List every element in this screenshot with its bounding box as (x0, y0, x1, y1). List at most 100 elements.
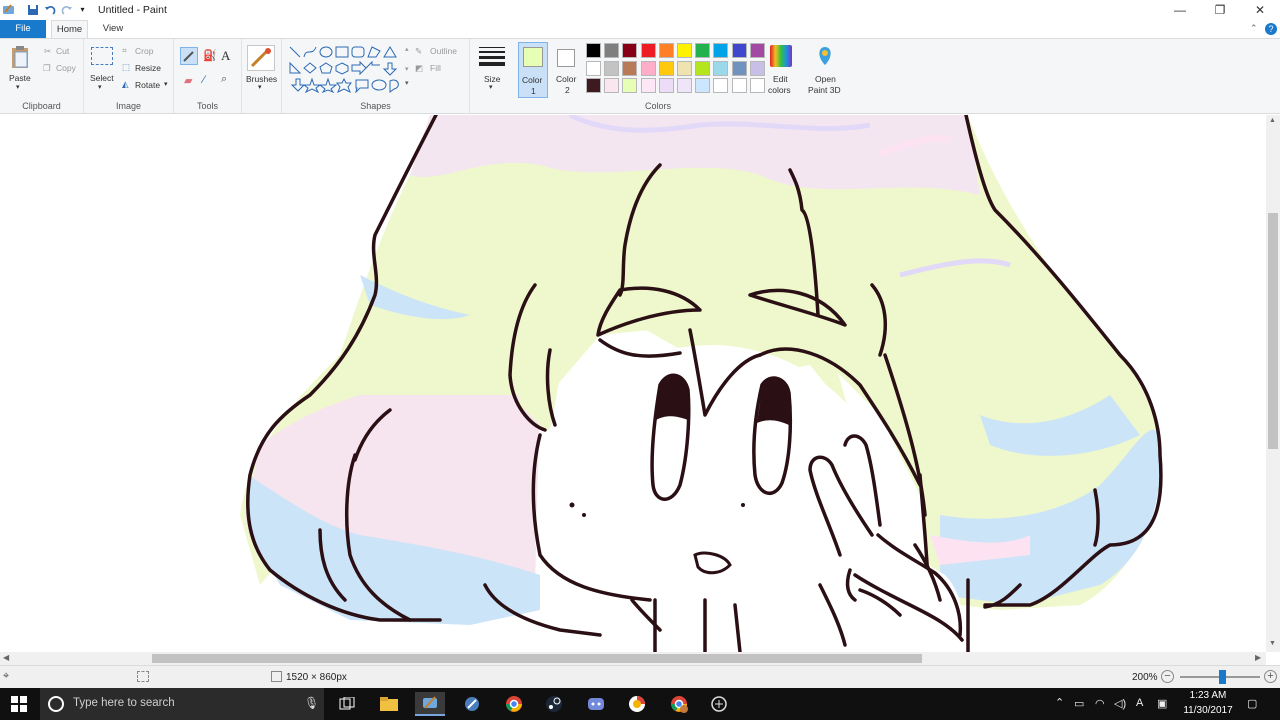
select-button[interactable]: Select (90, 73, 114, 83)
palette-swatch[interactable] (640, 78, 656, 93)
paint-taskbar-icon[interactable] (415, 692, 445, 716)
clock-date[interactable]: 11/30/2017 (1180, 705, 1236, 716)
fill-bucket-icon[interactable]: ⛽ (203, 49, 217, 62)
palette-swatch[interactable] (622, 43, 638, 58)
paste-dropdown-icon[interactable]: ▾ (16, 83, 20, 91)
palette-swatch[interactable] (749, 43, 765, 58)
shapes-gallery[interactable] (288, 45, 408, 93)
palette-swatch[interactable] (677, 78, 692, 93)
tab-view[interactable]: View (92, 20, 134, 38)
shapes-expand-icon[interactable]: ▾ (405, 79, 409, 87)
restore-button[interactable]: ❐ (1200, 0, 1240, 20)
tray-expand-icon[interactable]: ⌃ (1055, 696, 1064, 709)
chrome-icon[interactable] (499, 692, 529, 716)
network-icon[interactable]: ◠ (1095, 697, 1105, 710)
steam-icon[interactable] (539, 692, 569, 716)
cut-button[interactable]: Cut (56, 46, 69, 56)
collapse-ribbon-icon[interactable]: ⌃ (1250, 23, 1258, 34)
crop-icon[interactable]: ⌗ (122, 45, 127, 56)
close-button[interactable]: ✕ (1240, 0, 1280, 20)
brushes-icon[interactable] (247, 45, 275, 71)
horizontal-scrollbar[interactable]: ◀ ▶ (0, 652, 1266, 665)
palette-swatch[interactable] (586, 43, 601, 58)
scroll-right-icon[interactable]: ▶ (1255, 653, 1261, 662)
palette-swatch[interactable] (695, 78, 711, 93)
palette-swatch[interactable] (586, 60, 601, 76)
color2-selector[interactable]: Color 2 (552, 42, 582, 98)
clock-time[interactable]: 1:23 AM (1184, 690, 1232, 701)
outline-icon[interactable]: ✎ (415, 46, 422, 57)
size-dropdown-icon[interactable]: ▾ (489, 83, 493, 91)
zoom-out-button[interactable]: − (1161, 670, 1174, 683)
eraser-icon[interactable]: ▰ (184, 74, 192, 87)
palette-swatch[interactable] (677, 43, 692, 58)
edit-colors-icon[interactable] (770, 45, 792, 67)
fill-icon[interactable]: ◩ (415, 63, 423, 74)
paint-app-icon[interactable] (2, 3, 15, 16)
minimize-button[interactable]: — (1160, 0, 1200, 20)
text-tool-icon[interactable]: A (221, 48, 230, 64)
notifications-icon[interactable]: ▢ (1247, 697, 1257, 710)
battery-icon[interactable]: ▭ (1074, 697, 1084, 710)
palette-swatch[interactable] (640, 60, 656, 76)
task-view-icon[interactable] (332, 692, 362, 716)
palette-swatch[interactable] (731, 60, 747, 76)
undo-icon[interactable] (43, 3, 56, 16)
palette-swatch[interactable] (640, 43, 656, 58)
help-icon[interactable]: ? (1265, 23, 1277, 35)
outline-button[interactable]: Outline (430, 46, 457, 56)
chrome-canary-icon[interactable] (622, 692, 652, 716)
resize-icon[interactable]: ⬚ (122, 62, 130, 73)
discord-icon[interactable] (581, 692, 611, 716)
drawing-canvas[interactable] (0, 115, 1266, 652)
pencil-icon[interactable] (180, 47, 198, 65)
edit-colors-label-2[interactable]: colors (768, 85, 791, 95)
fill-button[interactable]: Fill (430, 63, 441, 73)
palette-swatch[interactable] (731, 78, 747, 93)
rotate-icon[interactable]: ◭ (122, 79, 129, 90)
media-app-icon[interactable] (704, 692, 734, 716)
save-icon[interactable] (26, 3, 39, 16)
taskbar-search-box[interactable]: Type here to search 🎙 (40, 688, 324, 720)
paste-icon[interactable] (10, 45, 30, 69)
resize-button[interactable]: Resize (135, 63, 161, 73)
tab-home[interactable]: Home (51, 20, 88, 38)
palette-swatch[interactable] (713, 43, 729, 58)
copy-button[interactable]: Copy (56, 63, 76, 73)
paste-button[interactable]: Paste (9, 73, 31, 83)
redo-icon[interactable] (60, 3, 73, 16)
size-icon[interactable] (479, 47, 505, 66)
input-method-icon[interactable]: A (1136, 697, 1143, 709)
palette-swatch[interactable] (713, 60, 729, 76)
action-center-icon[interactable]: ▣ (1157, 697, 1167, 710)
open-paint3d-label-2[interactable]: Paint 3D (808, 85, 841, 95)
open-paint3d-label[interactable]: Open (815, 74, 836, 84)
scroll-down-icon[interactable]: ▼ (1269, 640, 1276, 647)
palette-swatch[interactable] (622, 60, 638, 76)
microphone-icon[interactable]: 🎙 (304, 696, 319, 710)
rotate-dropdown-icon[interactable]: ▾ (164, 80, 168, 88)
paint-brush-app-icon[interactable] (457, 692, 487, 716)
horizontal-scroll-thumb[interactable] (152, 654, 922, 663)
rotate-button[interactable]: Rotate (135, 80, 160, 90)
tab-file[interactable]: File (0, 20, 46, 38)
cut-icon[interactable]: ✂ (44, 46, 51, 57)
copy-icon[interactable]: ❐ (43, 63, 51, 74)
color1-selector[interactable]: Color 1 (518, 42, 548, 98)
volume-icon[interactable]: ◁) (1114, 697, 1126, 710)
shapes-scroll-up-icon[interactable]: ▴ (405, 45, 409, 53)
shapes-scroll-down-icon[interactable]: ▾ (405, 65, 409, 73)
brushes-button[interactable]: Brushes (246, 74, 277, 84)
windows-start-icon[interactable] (4, 692, 34, 716)
canvas-area[interactable] (0, 115, 1266, 652)
select-dropdown-icon[interactable]: ▾ (98, 83, 102, 91)
paint3d-icon[interactable] (814, 45, 836, 67)
palette-swatch[interactable] (658, 60, 674, 76)
palette-swatch[interactable] (658, 78, 674, 93)
customize-toolbar-icon[interactable]: ▾ (76, 3, 89, 16)
palette-swatch[interactable] (604, 43, 620, 58)
palette-swatch[interactable] (604, 78, 620, 93)
magnifier-icon[interactable]: ⌕ (221, 73, 227, 86)
palette-swatch[interactable] (604, 60, 620, 76)
chrome-profile-icon[interactable] (664, 692, 694, 716)
